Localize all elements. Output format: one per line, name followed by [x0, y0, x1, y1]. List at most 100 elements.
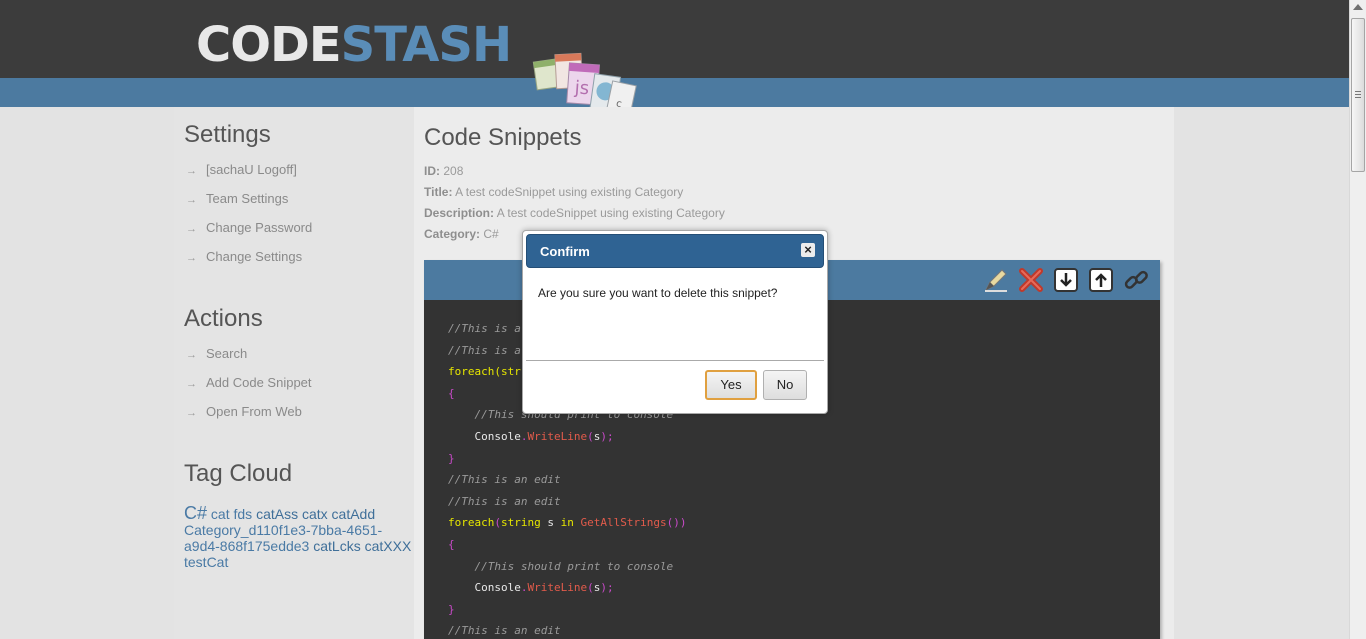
- code-comment: //This is an edit: [448, 624, 561, 638]
- tag-cloud: C# cat fds catAss catx catAdd Category_d…: [184, 503, 416, 570]
- scroll-thumb[interactable]: [1351, 18, 1365, 172]
- site-logo[interactable]: CODESTASH: [196, 17, 512, 73]
- code-function: GetAllStrings: [580, 516, 667, 530]
- scroll-up-arrow-icon[interactable]: [1353, 4, 1363, 10]
- code-comment: //This is an edit: [448, 473, 561, 487]
- code-identifier: s: [547, 516, 554, 530]
- code-identifier: Console: [474, 429, 521, 443]
- link-icon[interactable]: [1122, 266, 1150, 294]
- code-line: //This is an edit: [448, 491, 686, 513]
- meta-label: ID:: [424, 164, 440, 178]
- sidebar-item-change-password[interactable]: → Change Password: [186, 220, 312, 235]
- dialog-header: Confirm ×: [526, 234, 824, 268]
- arrow-right-icon: →: [186, 378, 197, 390]
- arrow-right-icon: →: [186, 349, 197, 361]
- code-punct: );: [600, 581, 614, 595]
- code-identifier: Console: [474, 581, 521, 595]
- confirm-dialog: Confirm × Are you sure you want to delet…: [522, 230, 828, 414]
- arrow-right-icon: →: [186, 407, 197, 419]
- settings-heading: Settings: [184, 121, 271, 148]
- snippet-category: Category: C#: [424, 227, 499, 241]
- code-punct: (: [587, 429, 594, 443]
- tag-link[interactable]: catx: [302, 506, 328, 522]
- tag-link[interactable]: testCat: [184, 554, 228, 570]
- actions-heading: Actions: [184, 305, 263, 332]
- page-title: Code Snippets: [424, 124, 582, 151]
- sidebar-item-label: Change Settings: [206, 249, 303, 264]
- arrow-right-icon: →: [186, 165, 197, 177]
- download-icon[interactable]: [1052, 266, 1080, 294]
- sidebar-item-label: Team Settings: [206, 191, 289, 206]
- code-line: Console.WriteLine(s);: [448, 577, 686, 599]
- tag-link[interactable]: catXXX: [365, 538, 412, 554]
- code-keyword: in: [560, 516, 574, 530]
- tag-link[interactable]: fds: [233, 506, 252, 522]
- edit-icon[interactable]: [982, 266, 1010, 294]
- code-brace: }: [448, 602, 455, 616]
- sidebar-item-add-code-snippet[interactable]: → Add Code Snippet: [186, 375, 312, 390]
- code-line: //This is an edit: [448, 620, 686, 639]
- delete-icon[interactable]: [1017, 266, 1045, 294]
- code-brace: {: [448, 537, 455, 551]
- meta-value: A test codeSnippet using existing Catego…: [496, 206, 725, 220]
- code-brace: }: [448, 451, 455, 465]
- meta-label: Title:: [424, 185, 453, 199]
- vertical-scrollbar[interactable]: [1349, 0, 1366, 639]
- svg-text:js: js: [573, 77, 590, 99]
- sidebar-item-label: Add Code Snippet: [206, 375, 312, 390]
- scroll-grip-icon: [1355, 91, 1361, 98]
- code-comment: //This is a: [448, 343, 521, 357]
- logo-text-stash: STASH: [340, 17, 512, 73]
- meta-label: Description:: [424, 206, 495, 220]
- arrow-right-icon: →: [186, 194, 197, 206]
- code-comment: //This should print to console: [474, 559, 674, 573]
- tag-cloud-heading: Tag Cloud: [184, 460, 293, 487]
- sidebar-item-change-settings[interactable]: → Change Settings: [186, 249, 302, 264]
- code-punct: (: [494, 516, 501, 530]
- tag-link[interactable]: catAdd: [332, 506, 376, 522]
- tag-link[interactable]: catAss: [256, 506, 298, 522]
- meta-value: A test codeSnippet using existing Catego…: [455, 185, 684, 199]
- meta-label: Category:: [424, 227, 481, 241]
- code-line: }: [448, 599, 686, 621]
- tag-link[interactable]: catLcks: [313, 538, 360, 554]
- header-band: [0, 78, 1349, 107]
- logo-text-code: CODE: [196, 17, 342, 73]
- tag-link[interactable]: cat: [211, 506, 230, 522]
- code-punct: (: [587, 581, 594, 595]
- sidebar-item-label: Open From Web: [206, 404, 302, 419]
- snippet-description: Description: A test codeSnippet using ex…: [424, 206, 725, 220]
- dialog-message: Are you sure you want to delete this sni…: [538, 286, 778, 300]
- dialog-title: Confirm: [540, 244, 590, 259]
- tag-link[interactable]: C#: [184, 503, 207, 523]
- code-punct: );: [600, 429, 614, 443]
- sidebar: Settings → [sachaU Logoff] → Team Settings…: [174, 107, 414, 639]
- snippet-id: ID: 208: [424, 164, 463, 178]
- code-line: foreach(string s in GetAllStrings()): [448, 512, 686, 534]
- code-punct: ()): [666, 516, 687, 530]
- code-keyword: foreach: [448, 516, 495, 530]
- sidebar-item-label: Search: [206, 346, 248, 361]
- meta-value: C#: [483, 227, 499, 241]
- sidebar-item-team-settings[interactable]: → Team Settings: [186, 191, 288, 206]
- arrow-right-icon: →: [186, 252, 197, 264]
- snippet-title: Title: A test codeSnippet using existing…: [424, 185, 683, 199]
- sidebar-item-logoff[interactable]: → [sachaU Logoff]: [186, 162, 297, 177]
- close-icon[interactable]: ×: [801, 243, 815, 257]
- arrow-right-icon: →: [186, 223, 197, 235]
- code-comment: //This is a: [448, 322, 521, 335]
- upload-icon[interactable]: [1087, 266, 1115, 294]
- code-line: //This should print to console: [448, 556, 686, 578]
- code-function: WriteLine: [527, 581, 588, 595]
- yes-button[interactable]: Yes: [705, 370, 757, 400]
- meta-value: 208: [443, 164, 464, 178]
- sidebar-item-search[interactable]: → Search: [186, 346, 247, 361]
- sidebar-item-open-from-web[interactable]: → Open From Web: [186, 404, 302, 419]
- code-line: }: [448, 448, 686, 470]
- code-comment: //This is an edit: [448, 494, 561, 508]
- sidebar-item-label: Change Password: [206, 220, 313, 235]
- code-line: //This is an edit: [448, 469, 686, 491]
- no-button[interactable]: No: [763, 370, 807, 400]
- code-function: WriteLine: [527, 429, 588, 443]
- code-keyword: foreach(str: [448, 365, 521, 379]
